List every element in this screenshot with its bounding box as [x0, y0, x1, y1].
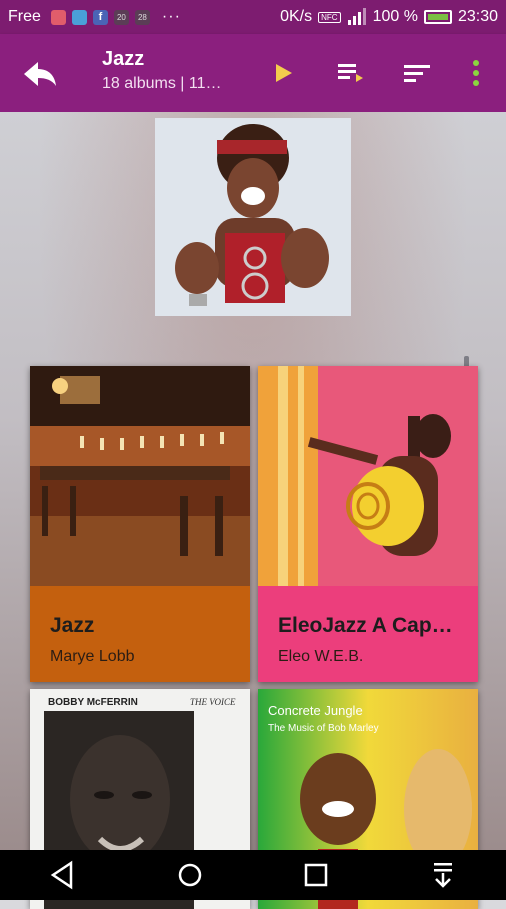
back-icon[interactable] [43, 855, 83, 895]
image-icon [71, 9, 87, 25]
calendar-icon: 28 [134, 9, 150, 25]
toolbar-titles: Jazz 18 albums | 11… [102, 48, 221, 93]
album-card[interactable]: Jazz Marye Lobb [30, 366, 250, 682]
system-navigation-bar [0, 850, 506, 900]
home-icon[interactable] [170, 855, 210, 895]
play-icon[interactable] [266, 56, 300, 90]
battery-percent: 100 % [372, 8, 418, 25]
page-title: Jazz [102, 48, 145, 70]
back-arrow-icon[interactable] [20, 54, 60, 94]
more-notifications-icon: ··· [161, 8, 181, 25]
cover-text-album: THE VOICE [190, 697, 236, 707]
notification-pulldown-icon[interactable] [423, 855, 463, 895]
cover-text-subtitle: The Music of Bob Marley [268, 723, 379, 734]
singer-photo [155, 118, 351, 316]
album-cover-jazz [30, 366, 250, 586]
clock: 23:30 [457, 8, 498, 25]
more-options-icon[interactable] [462, 56, 496, 90]
album-card[interactable]: EleoJazz A Cap… Eleo W.E.B. [258, 366, 478, 682]
calendar-icon: 20 [113, 9, 129, 25]
cover-text-artist: BOBBY McFERRIN [48, 697, 138, 708]
status-bar: Free f 20 28 ··· 0K/s NFC 100 % 23:30 [0, 0, 506, 34]
genre-artwork [155, 118, 351, 316]
email-icon [50, 9, 66, 25]
app-toolbar: Jazz 18 albums | 11… [0, 34, 506, 112]
add-to-queue-icon[interactable] [334, 56, 368, 90]
album-artist: Eleo W.E.B. [278, 648, 364, 665]
carrier-name: Free [8, 8, 41, 25]
nfc-icon: NFC [318, 11, 341, 23]
network-speed: 0K/s [280, 8, 313, 25]
album-meta: EleoJazz A Cap… Eleo W.E.B. [258, 586, 478, 682]
facebook-icon: f [92, 9, 108, 25]
album-meta: Jazz Marye Lobb [30, 586, 250, 682]
recent-apps-icon[interactable] [296, 855, 336, 895]
album-title: Jazz [50, 614, 95, 637]
cover-text-title: Concrete Jungle [268, 703, 363, 718]
battery-icon [423, 10, 452, 24]
page-subtitle: 18 albums | 11… [102, 75, 222, 92]
sort-icon[interactable] [400, 56, 434, 90]
signal-icon [347, 8, 366, 25]
album-title: EleoJazz A Cap… [278, 614, 453, 637]
album-artist: Marye Lobb [50, 648, 135, 665]
album-cover-eleojazz [258, 366, 478, 586]
